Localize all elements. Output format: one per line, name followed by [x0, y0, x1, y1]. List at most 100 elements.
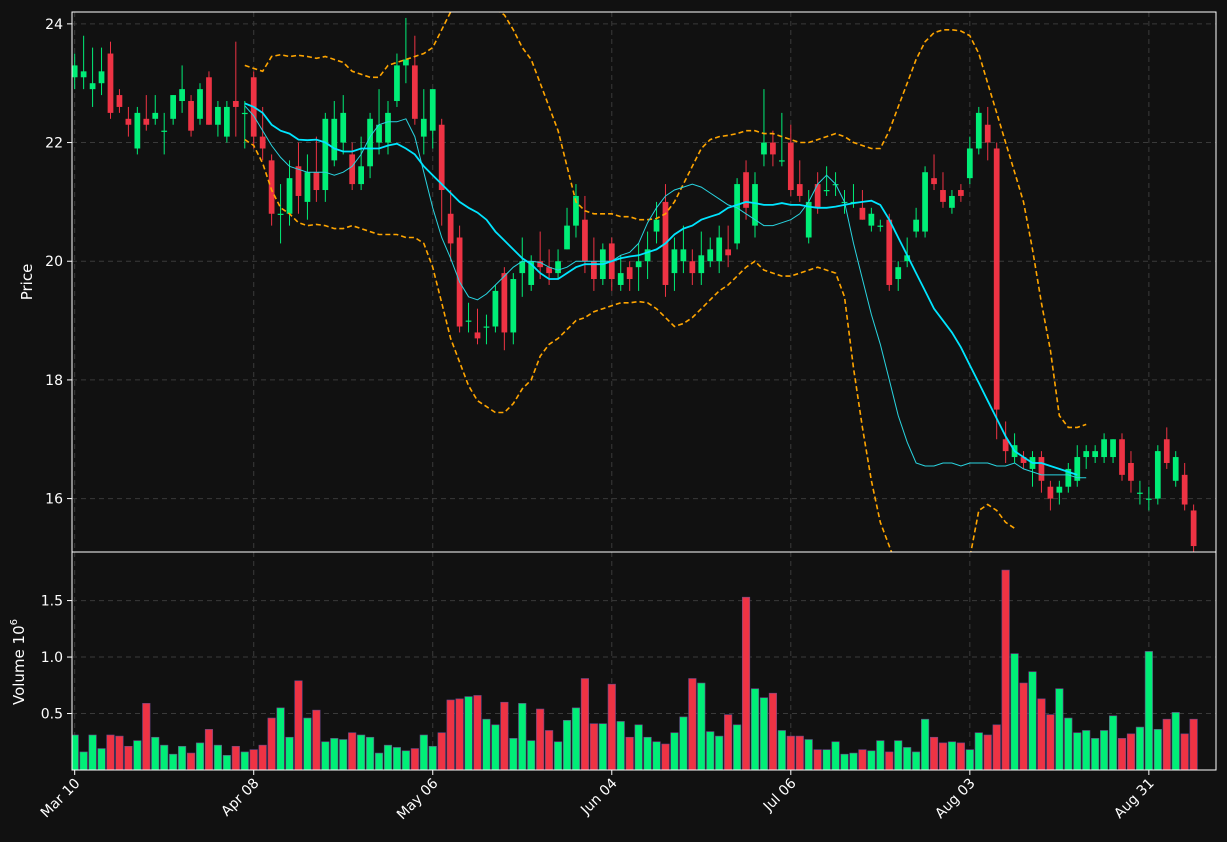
- volume-bar: [580, 678, 589, 770]
- volume-bar: [867, 750, 876, 770]
- volume-bar: [795, 735, 804, 770]
- candle-body: [403, 59, 409, 66]
- candle-body: [949, 195, 955, 208]
- volume-bar: [124, 745, 133, 770]
- volume-bar: [455, 698, 464, 770]
- candle-body: [322, 118, 329, 191]
- volume-bar: [688, 678, 697, 770]
- volume-bar: [589, 723, 598, 770]
- volume-axis-title: Volume: [10, 649, 28, 705]
- volume-bar: [786, 735, 795, 770]
- volume-bar: [106, 734, 115, 770]
- candle-body: [331, 118, 338, 161]
- candle-body: [1083, 451, 1090, 458]
- candle-body: [206, 77, 212, 125]
- candle-body: [98, 71, 105, 84]
- candle-body: [1181, 474, 1188, 505]
- candle-body: [922, 172, 928, 232]
- volume-bars: [72, 569, 1198, 770]
- volume-bar: [222, 755, 231, 770]
- candle-body: [1145, 498, 1152, 500]
- volume-bar: [938, 742, 948, 770]
- volume-bar: [545, 730, 554, 770]
- date-axis-ticks: Mar 10 Apr 08 May 06 Jun 04 Jul 06 Aug 03 Aug …: [38, 770, 1158, 823]
- price-tick-label: 18: [45, 373, 63, 389]
- candle-body: [1056, 486, 1063, 493]
- price-grid: [72, 12, 1216, 552]
- volume-bar: [401, 750, 410, 770]
- volume-bar: [1153, 729, 1162, 770]
- date-tick-label: Apr 08: [218, 776, 262, 820]
- date-tick-label: Aug 31: [1111, 776, 1157, 822]
- volume-bar: [88, 734, 97, 770]
- volume-bar: [79, 751, 88, 770]
- volume-bar: [383, 744, 393, 770]
- candle-body: [125, 118, 132, 125]
- volume-bar: [1162, 718, 1171, 770]
- volume-bar: [1091, 738, 1100, 770]
- volume-bar: [1144, 651, 1153, 770]
- volume-bar: [876, 740, 885, 770]
- candle-body: [1163, 439, 1170, 463]
- volume-bar: [419, 734, 428, 770]
- candle-body: [215, 106, 221, 125]
- volume-bar: [428, 745, 437, 770]
- candle-body: [877, 225, 884, 227]
- candle-body: [564, 225, 570, 250]
- volume-axis-ticks: 0.5 1.0 1.5: [41, 594, 72, 723]
- candle-body: [152, 112, 159, 119]
- volume-bar: [491, 724, 500, 770]
- candle-body: [72, 65, 78, 78]
- volume-bar: [312, 709, 321, 770]
- candle-body: [689, 261, 696, 274]
- volume-bar: [249, 749, 258, 770]
- candle-body: [555, 261, 561, 274]
- volume-bar: [741, 596, 751, 770]
- price-tick-label: 20: [45, 254, 63, 270]
- candle-body: [931, 178, 937, 185]
- candle-body: [1172, 457, 1179, 481]
- volume-bar: [1010, 653, 1019, 770]
- volume-bar: [1082, 730, 1091, 770]
- candle-body: [232, 101, 239, 107]
- volume-bar: [733, 724, 742, 770]
- candle-body: [492, 290, 499, 327]
- volume-bar: [768, 692, 777, 770]
- volume-bar: [1135, 726, 1144, 770]
- candle-body: [349, 154, 356, 185]
- volume-bar: [1180, 733, 1189, 770]
- date-tick-label: Jul 06: [760, 775, 800, 815]
- volume-bar: [750, 688, 760, 770]
- volume-bar: [652, 741, 661, 770]
- volume-bar: [195, 742, 205, 770]
- volume-bar: [294, 680, 303, 770]
- candle-body: [259, 136, 266, 149]
- volume-bar: [625, 736, 634, 770]
- volume-bar: [169, 753, 178, 770]
- candle-body: [886, 219, 893, 285]
- candle-body: [734, 184, 740, 244]
- candle-body: [429, 89, 436, 131]
- candle-body: [241, 112, 248, 115]
- volume-bar: [536, 708, 545, 770]
- volume-bar: [921, 718, 930, 770]
- volume-bar: [804, 739, 813, 770]
- candle-body: [340, 112, 347, 143]
- candle-body: [958, 190, 964, 196]
- price-tick-label: 24: [45, 17, 63, 33]
- volume-bar: [903, 747, 912, 770]
- price-tick-label: 22: [45, 136, 63, 152]
- volume-bar: [983, 734, 992, 770]
- volume-bar: [965, 749, 974, 770]
- candle-body: [671, 249, 678, 274]
- candle-body: [1137, 492, 1143, 494]
- volume-bar: [437, 732, 446, 770]
- candle-body: [653, 219, 660, 232]
- volume-bar: [392, 747, 401, 770]
- volume-bar: [1046, 714, 1055, 770]
- date-tick-label: May 06: [394, 775, 442, 823]
- volume-bar: [1100, 730, 1109, 770]
- volume-scale-exponent: 6: [9, 619, 20, 625]
- volume-bar: [715, 735, 724, 770]
- candlesticks: [72, 17, 1197, 552]
